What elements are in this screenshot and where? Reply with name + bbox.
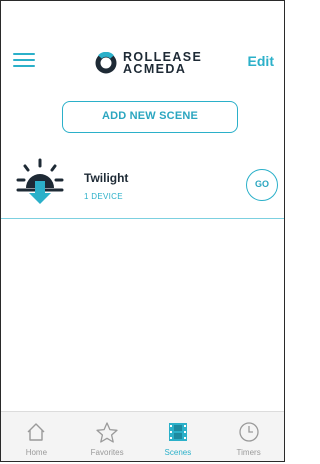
hamburger-menu-icon[interactable] xyxy=(13,53,35,69)
tab-favorites[interactable]: Favorites xyxy=(72,412,143,461)
star-icon xyxy=(96,422,118,443)
tab-timers[interactable]: Timers xyxy=(213,412,284,461)
scene-device-count: 1 DEVICE xyxy=(84,192,123,201)
edit-button[interactable]: Edit xyxy=(248,53,274,69)
tab-favorites-label: Favorites xyxy=(90,448,124,457)
tab-home-label: Home xyxy=(25,448,48,457)
tab-bar: Home Favorites Scenes Timers xyxy=(1,411,284,461)
logo-mark-icon xyxy=(95,52,117,74)
brand-logo: ROLLEASE ACMEDA xyxy=(95,49,202,77)
sunset-icon xyxy=(16,158,64,204)
film-icon xyxy=(168,423,187,441)
add-new-scene-button[interactable]: ADD NEW SCENE xyxy=(62,101,238,133)
tab-home[interactable]: Home xyxy=(1,412,72,461)
home-icon xyxy=(27,423,45,441)
logo-text: ROLLEASE ACMEDA xyxy=(123,51,202,76)
tab-timers-label: Timers xyxy=(236,448,261,457)
app-screen: ROLLEASE ACMEDA Edit ADD NEW SCENE Twili… xyxy=(0,0,285,462)
tab-scenes-label: Scenes xyxy=(164,448,192,457)
tab-scenes[interactable]: Scenes xyxy=(143,412,214,461)
header: ROLLEASE ACMEDA Edit xyxy=(1,39,284,83)
logo-line-2: ACMEDA xyxy=(123,62,187,76)
scene-name: Twilight xyxy=(84,171,129,185)
clock-icon xyxy=(238,422,259,442)
scene-row[interactable]: Twilight 1 DEVICE GO xyxy=(1,149,284,219)
go-button[interactable]: GO xyxy=(246,169,278,201)
